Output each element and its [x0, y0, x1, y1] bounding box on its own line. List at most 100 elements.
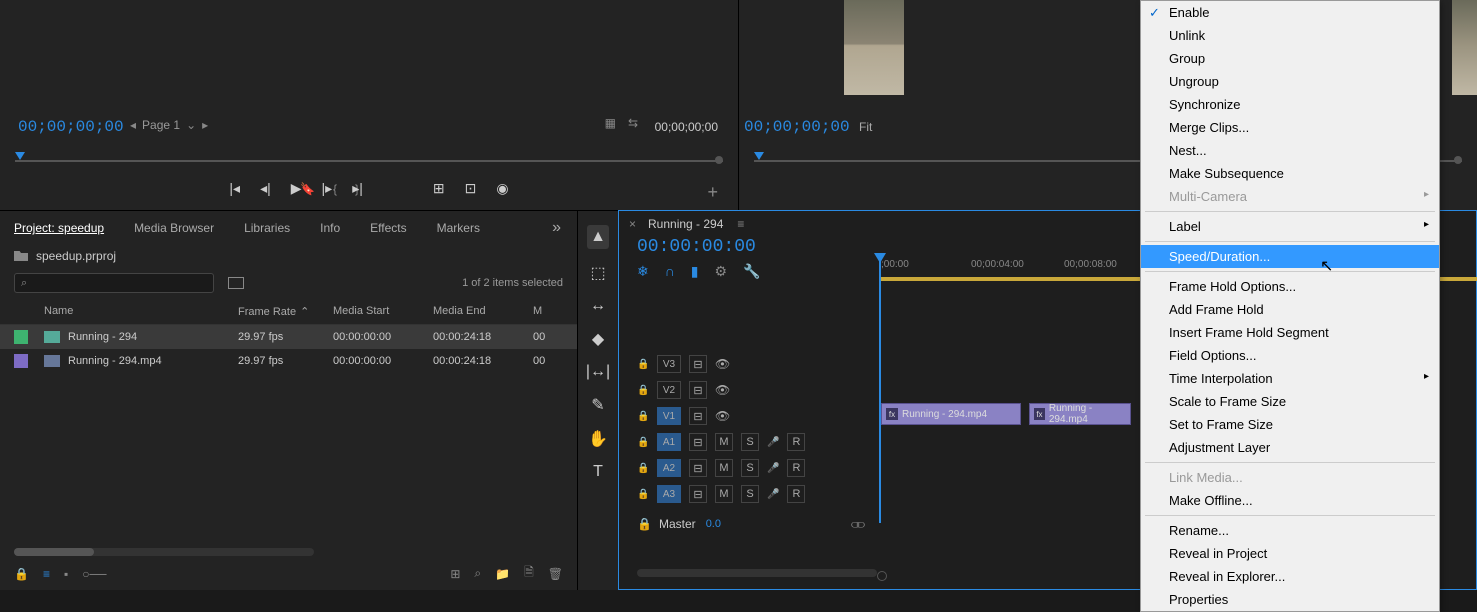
track-v2[interactable]: 🔒V2⊟👁: [637, 377, 865, 403]
record-button[interactable]: R: [787, 433, 805, 451]
toggle-output-icon[interactable]: ⊟: [689, 485, 707, 503]
new-item-icon[interactable]: 🗎: [524, 563, 534, 584]
lock-icon[interactable]: 🔒: [14, 567, 29, 581]
menu-item-nest[interactable]: Nest...: [1141, 139, 1439, 162]
menu-item-reveal-in-explorer[interactable]: Reveal in Explorer...: [1141, 565, 1439, 588]
icon-view-icon[interactable]: ▪: [64, 567, 68, 581]
solo-button[interactable]: S: [741, 485, 759, 503]
timeline-playhead[interactable]: [879, 253, 881, 523]
sequence-name[interactable]: Running - 294: [648, 217, 723, 231]
menu-item-enable[interactable]: Enable: [1141, 1, 1439, 24]
toggle-output-icon[interactable]: ⊟: [689, 381, 707, 399]
track-select-tool-icon[interactable]: ⬚: [590, 263, 605, 283]
menu-item-make-offline[interactable]: Make Offline...: [1141, 489, 1439, 512]
linked-selection-icon[interactable]: ∩: [665, 263, 675, 280]
search-input[interactable]: ⌕: [14, 273, 214, 293]
project-hscroll[interactable]: [14, 548, 314, 556]
razor-tool-icon[interactable]: ◆: [592, 329, 604, 349]
mic-icon[interactable]: 🎤: [767, 489, 779, 500]
tab-markers[interactable]: Markers: [437, 221, 480, 235]
clip-context-menu[interactable]: EnableUnlinkGroupUngroupSynchronizeMerge…: [1140, 0, 1440, 612]
solo-button[interactable]: S: [741, 459, 759, 477]
project-row[interactable]: Running - 294.mp4 29.97 fps 00:00:00:00 …: [0, 349, 577, 373]
project-row[interactable]: Running - 294 29.97 fps 00:00:00:00 00:0…: [0, 325, 577, 349]
menu-item-ungroup[interactable]: Ungroup: [1141, 70, 1439, 93]
col-frame-rate[interactable]: Frame Rate⌃: [238, 305, 333, 318]
menu-item-scale-to-frame-size[interactable]: Scale to Frame Size: [1141, 390, 1439, 413]
page-dropdown-icon[interactable]: ⌄: [186, 118, 196, 132]
toggle-output-icon[interactable]: ⊟: [689, 355, 707, 373]
add-button-icon[interactable]: +: [707, 182, 718, 203]
toggle-output-icon[interactable]: ⊟: [689, 459, 707, 477]
col-name[interactable]: Name: [44, 305, 238, 318]
menu-item-properties[interactable]: Properties: [1141, 588, 1439, 611]
timeline-zoom-handle[interactable]: [877, 571, 887, 581]
freeform-view-icon[interactable]: ○──: [82, 567, 106, 581]
new-bin-icon[interactable]: [228, 277, 244, 289]
lock-icon[interactable]: 🔒: [637, 359, 649, 370]
menu-item-time-interpolation[interactable]: Time Interpolation: [1141, 367, 1439, 390]
toggle-output-icon[interactable]: ⊟: [689, 433, 707, 451]
export-frame-icon[interactable]: ◉: [496, 180, 508, 197]
clip[interactable]: fxRunning - 294.mp4: [881, 403, 1021, 425]
mic-icon[interactable]: 🎤: [767, 463, 779, 474]
lock-icon[interactable]: 🔒: [637, 385, 649, 396]
find-icon[interactable]: ⌕: [474, 566, 481, 581]
col-media-dur[interactable]: M: [533, 305, 563, 318]
step-back-icon[interactable]: ◂|: [260, 180, 271, 197]
menu-item-synchronize[interactable]: Synchronize: [1141, 93, 1439, 116]
tab-effects[interactable]: Effects: [370, 221, 406, 235]
track-v3[interactable]: 🔒V3⊟👁: [637, 351, 865, 377]
menu-item-field-options[interactable]: Field Options...: [1141, 344, 1439, 367]
menu-item-speed-duration[interactable]: Speed/Duration...: [1141, 245, 1439, 268]
track-a3[interactable]: 🔒A3⊟MS🎤R: [637, 481, 865, 507]
step-fwd-icon[interactable]: |▸: [322, 180, 333, 197]
marker-tl-icon[interactable]: ▮: [691, 263, 699, 280]
eye-icon[interactable]: 👁: [715, 409, 730, 423]
tab-info[interactable]: Info: [320, 221, 340, 235]
new-bin-btn-icon[interactable]: 📁: [495, 567, 510, 581]
lock-icon[interactable]: 🔒: [637, 437, 649, 448]
menu-item-make-subsequence[interactable]: Make Subsequence: [1141, 162, 1439, 185]
page-navigator[interactable]: ◂ Page 1 ⌄ ▸: [130, 118, 208, 132]
menu-item-adjustment-layer[interactable]: Adjustment Layer: [1141, 436, 1439, 459]
lock-icon[interactable]: 🔒: [637, 489, 649, 500]
pen-tool-icon[interactable]: ✎: [591, 395, 604, 415]
col-media-start[interactable]: Media Start: [333, 305, 433, 318]
menu-item-frame-hold-options[interactable]: Frame Hold Options...: [1141, 275, 1439, 298]
lock-icon[interactable]: 🔒: [637, 411, 649, 422]
lock-icon[interactable]: 🔒: [637, 517, 649, 531]
eye-icon[interactable]: 👁: [715, 357, 730, 371]
mute-button[interactable]: M: [715, 433, 733, 451]
settings-icon[interactable]: ⚙: [715, 263, 728, 280]
tabs-overflow-icon[interactable]: »: [552, 219, 563, 237]
selection-tool-icon[interactable]: ▲: [587, 225, 609, 249]
record-button[interactable]: R: [787, 485, 805, 503]
timeline-zoom-scroll[interactable]: [637, 569, 877, 577]
reverse-icon[interactable]: ⇆: [628, 116, 638, 130]
wrench-icon[interactable]: 🔧: [743, 263, 760, 280]
menu-item-merge-clips[interactable]: Merge Clips...: [1141, 116, 1439, 139]
col-media-end[interactable]: Media End: [433, 305, 533, 318]
menu-item-reveal-in-project[interactable]: Reveal in Project: [1141, 542, 1439, 565]
sequence-menu-icon[interactable]: ≡: [737, 217, 745, 231]
menu-item-rename[interactable]: Rename...: [1141, 519, 1439, 542]
track-a2[interactable]: 🔒A2⊟MS🎤R: [637, 455, 865, 481]
ruler-playhead-icon[interactable]: [15, 152, 25, 160]
page-prev-icon[interactable]: ◂: [130, 118, 136, 132]
page-next-icon[interactable]: ▸: [202, 118, 208, 132]
menu-item-unlink[interactable]: Unlink: [1141, 24, 1439, 47]
fit-dropdown[interactable]: Fit: [859, 120, 872, 134]
list-view-icon[interactable]: ≡: [43, 567, 50, 581]
hand-tool-icon[interactable]: ✋: [588, 429, 608, 449]
tab-media-browser[interactable]: Media Browser: [134, 221, 214, 235]
ripple-tool-icon[interactable]: ↔: [590, 297, 606, 315]
mute-button[interactable]: M: [715, 459, 733, 477]
snap-icon[interactable]: ❄: [637, 263, 649, 280]
menu-item-add-frame-hold[interactable]: Add Frame Hold: [1141, 298, 1439, 321]
lock-icon[interactable]: 🔒: [637, 463, 649, 474]
clip[interactable]: fxRunning - 294.mp4: [1029, 403, 1131, 425]
mute-button[interactable]: M: [715, 485, 733, 503]
auto-sequence-icon[interactable]: ⊞: [450, 567, 460, 581]
thumbnail-icon[interactable]: ▦: [605, 116, 616, 130]
